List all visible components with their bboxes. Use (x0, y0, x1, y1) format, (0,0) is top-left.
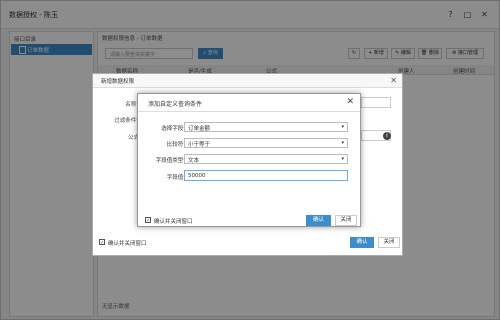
compare-select-value: 小于等于 (188, 142, 211, 148)
chevron-down-icon: ▾ (341, 140, 344, 146)
dialog-title: 新增数据权限 (101, 79, 135, 85)
close-button[interactable]: 关闭 (335, 215, 357, 226)
value-input-label: 字段值* (166, 175, 186, 181)
formula-label: 公式 (127, 135, 139, 141)
name-field[interactable] (361, 97, 391, 108)
chevron-down-icon: ▾ (341, 124, 344, 130)
field-select[interactable]: 订单金额 ▾ (184, 122, 348, 132)
info-icon[interactable]: i (383, 132, 391, 140)
dialog-header: 新增数据权限 (93, 74, 402, 88)
ok-button[interactable]: 确认 (306, 215, 331, 226)
field-select-label: 选择字段* (161, 126, 186, 132)
dialog-title: 添加自定义查询条件 (148, 101, 203, 108)
type-select-label: 字段值类型* (155, 158, 186, 164)
type-select-value: 文本 (188, 158, 200, 164)
confirm-close-checkbox[interactable]: ✓ (99, 239, 105, 246)
close-icon[interactable]: ✕ (346, 97, 354, 107)
field-select-value: 订单金额 (188, 126, 211, 132)
confirm-close-label: 确认并关闭窗口 (154, 219, 193, 225)
name-label: 名称* (125, 102, 139, 108)
confirm-close-label: 确认并关闭窗口 (108, 241, 147, 247)
close-button[interactable]: 关闭 (378, 237, 400, 248)
chevron-down-icon: ▾ (341, 156, 344, 162)
ok-button[interactable]: 确认 (350, 237, 374, 248)
compare-select-label: 比较符* (166, 142, 186, 148)
dialog-header: 添加自定义查询条件 (138, 94, 360, 112)
close-icon[interactable]: ✕ (390, 76, 397, 85)
confirm-close-checkbox[interactable]: ✓ (145, 217, 151, 224)
type-select[interactable]: 文本 ▾ (184, 154, 348, 164)
value-input[interactable]: 50000 (184, 170, 348, 181)
add-query-condition-dialog: 添加自定义查询条件 ✕ 选择字段* 订单金额 ▾ 比较符* 小于等于 ▾ 字段值… (137, 93, 361, 227)
compare-select[interactable]: 小于等于 ▾ (184, 138, 348, 148)
filter-label: 过滤条件* (114, 118, 139, 124)
